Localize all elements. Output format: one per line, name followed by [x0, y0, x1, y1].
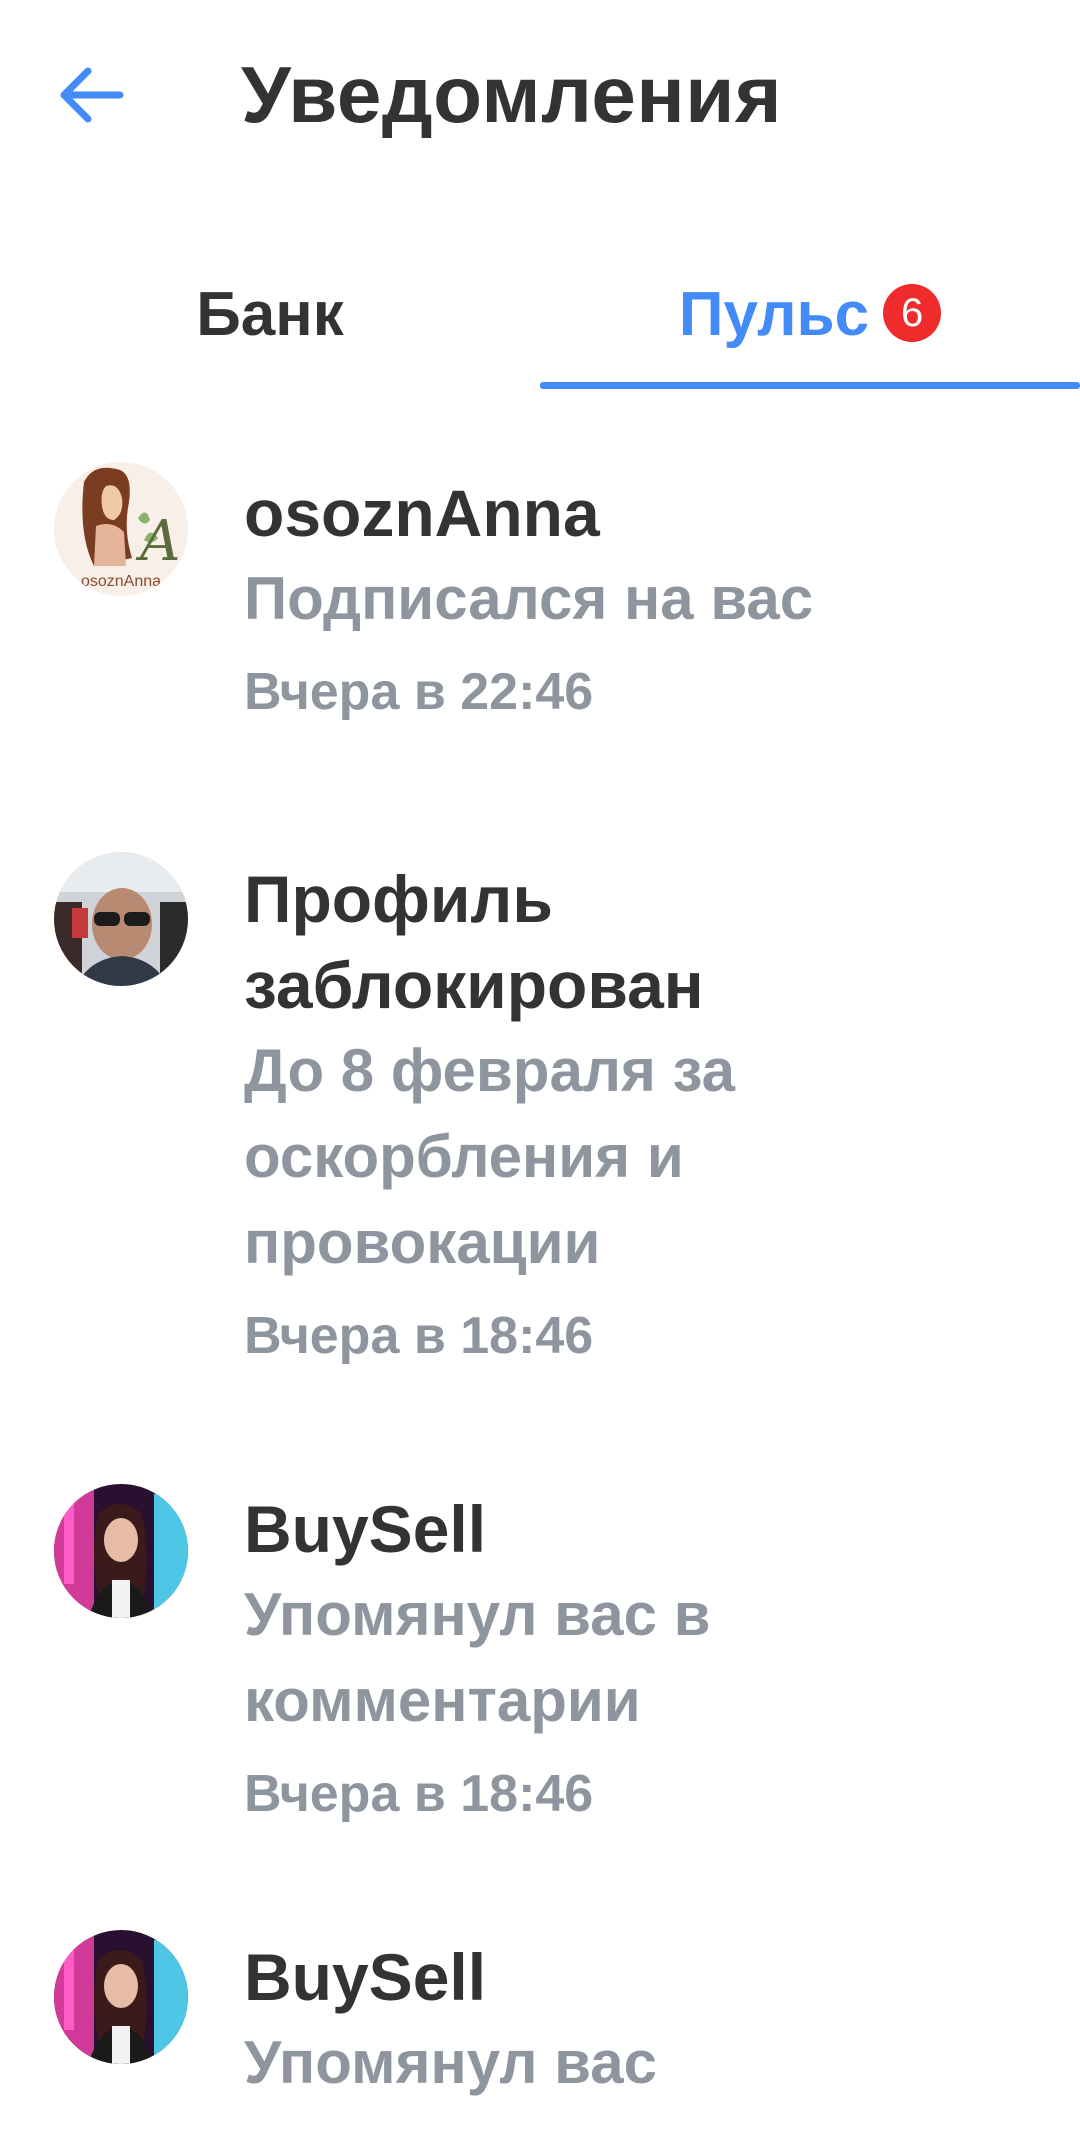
page-title: Уведомления [241, 50, 783, 139]
avatar-logo-caption: osoznAnna [81, 573, 161, 590]
tab-pulse[interactable]: Пульс 6 [540, 240, 1080, 390]
back-button[interactable] [50, 55, 130, 135]
tab-label: Банк [196, 280, 344, 349]
arrow-left-icon [60, 67, 124, 123]
active-tab-indicator [540, 382, 1080, 389]
avatar[interactable] [54, 1484, 188, 1618]
unread-count-badge: 6 [883, 284, 942, 342]
avatar[interactable] [54, 1930, 188, 2064]
notification-title: BuySell [244, 1940, 487, 2014]
notification-item[interactable]: BuySell Упомянул вас [0, 1930, 1080, 2150]
notification-time: Вчера в 22:46 [244, 663, 594, 721]
avatar[interactable] [54, 852, 188, 986]
tab-label: Пульс [678, 280, 870, 349]
notification-item[interactable]: BuySell Упомянул вас в комментарии Вчера… [0, 1470, 1080, 1930]
notification-time: Вчера в 18:46 [244, 1307, 594, 1365]
notification-description: Упомянул вас в комментарии [244, 1581, 711, 1734]
notification-description: До 8 февраля за оскорбления и провокации [244, 1037, 736, 1276]
notification-body: BuySell Упомянул вас в комментарии Вчера… [244, 1486, 1024, 1824]
avatar-logo-letter: A [135, 509, 180, 574]
notification-title: Профиль заблокирован [244, 862, 704, 1022]
tab-bank[interactable]: Банк [0, 240, 540, 390]
notification-time: Вчера в 18:46 [244, 1765, 594, 1823]
notification-description: Упомянул вас [244, 2029, 657, 2096]
notification-title: osoznAnna [244, 476, 600, 550]
notification-title: BuySell [244, 1492, 487, 1566]
app-header: Уведомления [0, 0, 1080, 190]
tab-bar: Банк Пульс 6 [0, 240, 1080, 390]
notification-description: Подписался на вас [244, 565, 814, 632]
notification-item[interactable]: A osoznAnna osoznAnna Подписался на вас … [0, 430, 1080, 770]
notification-body: Профиль заблокирован До 8 февраля за оск… [244, 856, 1024, 1366]
avatar[interactable]: A osoznAnna [54, 462, 188, 596]
notification-body: osoznAnna Подписался на вас Вчера в 22:4… [244, 470, 1024, 722]
notification-body: BuySell Упомянул вас [244, 1934, 1024, 2106]
notification-item[interactable]: Профиль заблокирован До 8 февраля за оск… [0, 820, 1080, 1420]
